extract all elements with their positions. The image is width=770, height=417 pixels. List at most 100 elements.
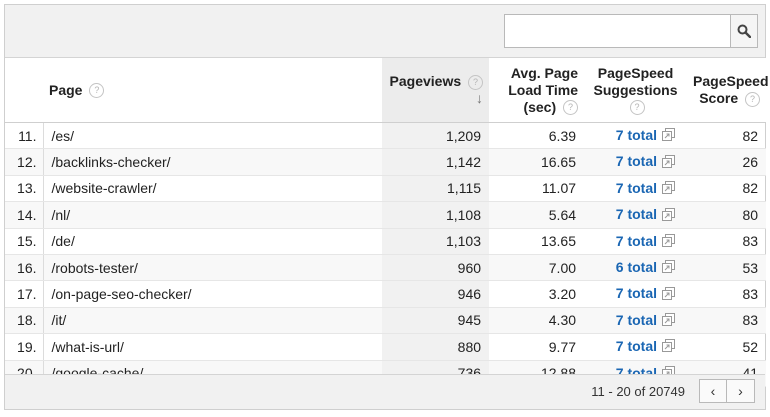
load-time-cell: 9.77	[489, 333, 585, 361]
score-cell: 82	[687, 122, 767, 150]
table-row: 12./backlinks-checker/1,142 16.65 7 total 2…	[5, 148, 767, 176]
load-time-cell: 4.30	[489, 307, 585, 335]
row-index: 16.	[5, 254, 44, 282]
page-path-cell[interactable]: /what-is-url/	[43, 333, 383, 361]
suggestions-link[interactable]: 7 total	[616, 233, 657, 249]
pageviews-cell: 1,108	[382, 201, 490, 229]
table-footer: 11 - 20 of 20749 ‹ ›	[5, 374, 765, 409]
suggestions-link[interactable]: 7 total	[616, 285, 657, 301]
pageviews-cell: 1,103	[382, 228, 490, 255]
load-time-cell: 16.65	[489, 148, 585, 176]
suggestions-cell: 7 total	[584, 228, 688, 255]
table-row: 15./de/1,103 13.65 7 total 83	[5, 228, 767, 255]
suggestions-cell: 7 total	[584, 280, 688, 308]
load-time-cell: 3.20	[489, 280, 585, 308]
row-index: 17.	[5, 280, 44, 308]
score-cell: 52	[687, 333, 767, 361]
score-cell: 83	[687, 280, 767, 308]
external-link-icon[interactable]	[662, 313, 676, 329]
page-path-cell[interactable]: /nl/	[43, 201, 383, 229]
score-cell: 26	[687, 148, 767, 176]
column-header-load-time[interactable]: Avg. Page Load Time (sec) ?	[489, 58, 585, 123]
row-index: 11.	[5, 122, 44, 150]
page-path-cell[interactable]: /robots-tester/	[43, 254, 383, 282]
pageviews-cell: 1,115	[382, 175, 490, 203]
suggestions-link[interactable]: 7 total	[616, 338, 657, 354]
load-time-cell: 13.65	[489, 228, 585, 255]
score-cell: 80	[687, 201, 767, 229]
page-path-cell[interactable]: /backlinks-checker/	[43, 148, 383, 176]
column-label-pageviews: Pageviews	[389, 73, 462, 89]
row-index: 18.	[5, 307, 44, 335]
help-icon[interactable]: ?	[89, 83, 105, 99]
table-header-row: Page ? Pageviews ? ↓ Avg. Page Load Time…	[5, 58, 769, 123]
external-link-icon[interactable]	[662, 339, 676, 355]
pageviews-cell: 880	[382, 333, 490, 361]
help-icon[interactable]: ?	[563, 100, 579, 116]
suggestions-link[interactable]: 7 total	[616, 312, 657, 328]
external-link-icon[interactable]	[662, 233, 676, 250]
table-row: 14./nl/1,108 5.64 7 total 80	[5, 201, 767, 229]
table-toolbar	[5, 5, 765, 58]
external-link-icon[interactable]	[662, 286, 676, 303]
external-link-icon[interactable]	[662, 154, 676, 171]
external-link-icon[interactable]	[662, 128, 676, 144]
suggestions-link[interactable]: 7 total	[616, 153, 657, 169]
score-cell: 53	[687, 254, 767, 282]
suggestions-link[interactable]: 7 total	[616, 127, 657, 143]
report-table-panel: Page ? Pageviews ? ↓ Avg. Page Load Time…	[4, 4, 769, 410]
column-header-score[interactable]: PageSpeed Score ?	[687, 58, 769, 123]
help-icon[interactable]: ?	[745, 91, 761, 107]
next-page-button[interactable]: ›	[727, 379, 755, 403]
column-label-suggestions: PageSpeed Suggestions	[593, 64, 678, 98]
suggestions-cell: 7 total	[584, 333, 688, 361]
suggestions-link[interactable]: 7 total	[616, 180, 657, 196]
suggestions-cell: 7 total	[584, 175, 688, 203]
pagination-range: 11 - 20 of 20749	[591, 384, 685, 399]
row-index: 15.	[5, 228, 44, 255]
table-row: 19./what-is-url/880 9.77 7 total 52	[5, 333, 767, 361]
help-icon[interactable]: ?	[468, 74, 484, 90]
pageviews-cell: 1,209	[382, 122, 490, 150]
previous-page-button[interactable]: ‹	[699, 379, 727, 403]
sort-descending-icon: ↓	[476, 90, 484, 106]
suggestions-cell: 7 total	[584, 201, 688, 229]
search-icon	[737, 24, 751, 38]
load-time-cell: 11.07	[489, 175, 585, 203]
row-index: 19.	[5, 333, 44, 361]
score-cell: 83	[687, 228, 767, 255]
load-time-cell: 7.00	[489, 254, 585, 282]
page-path-cell[interactable]: /it/	[43, 307, 383, 335]
external-link-icon[interactable]	[662, 207, 676, 224]
table-row: 13./website-crawler/1,115 11.07 7 total 82	[5, 175, 767, 203]
table-row: 18./it/945 4.30 7 total 83	[5, 307, 767, 335]
load-time-cell: 5.64	[489, 201, 585, 229]
column-label-page: Page	[49, 81, 83, 98]
page-path-cell[interactable]: /de/	[43, 228, 383, 255]
pageviews-cell: 945	[382, 307, 490, 335]
external-link-icon[interactable]	[662, 260, 676, 276]
pageviews-cell: 946	[382, 280, 490, 308]
column-header-suggestions[interactable]: PageSpeed Suggestions ?	[584, 58, 688, 123]
pageviews-cell: 960	[382, 254, 490, 282]
suggestions-cell: 6 total	[584, 254, 688, 282]
load-time-cell: 6.39	[489, 122, 585, 150]
chevron-left-icon: ‹	[710, 383, 716, 399]
search-button[interactable]	[730, 14, 758, 48]
score-cell: 82	[687, 175, 767, 203]
external-link-icon[interactable]	[662, 181, 676, 197]
page-path-cell[interactable]: /es/	[43, 122, 383, 150]
suggestions-link[interactable]: 6 total	[616, 259, 657, 275]
search-input[interactable]	[504, 14, 730, 48]
row-index: 13.	[5, 175, 44, 203]
suggestions-cell: 7 total	[584, 148, 688, 176]
help-icon[interactable]: ?	[629, 100, 645, 116]
column-header-page[interactable]: Page ?	[5, 58, 383, 123]
suggestions-link[interactable]: 7 total	[616, 206, 657, 222]
column-header-pageviews[interactable]: Pageviews ? ↓	[382, 58, 490, 123]
table-row: 17./on-page-seo-checker/946 3.20 7 total 83	[5, 280, 767, 308]
page-path-cell[interactable]: /on-page-seo-checker/	[43, 280, 383, 308]
page-path-cell[interactable]: /website-crawler/	[43, 175, 383, 203]
row-index: 12.	[5, 148, 44, 176]
table-row: 11./es/1,209 6.39 7 total 82	[5, 122, 767, 150]
